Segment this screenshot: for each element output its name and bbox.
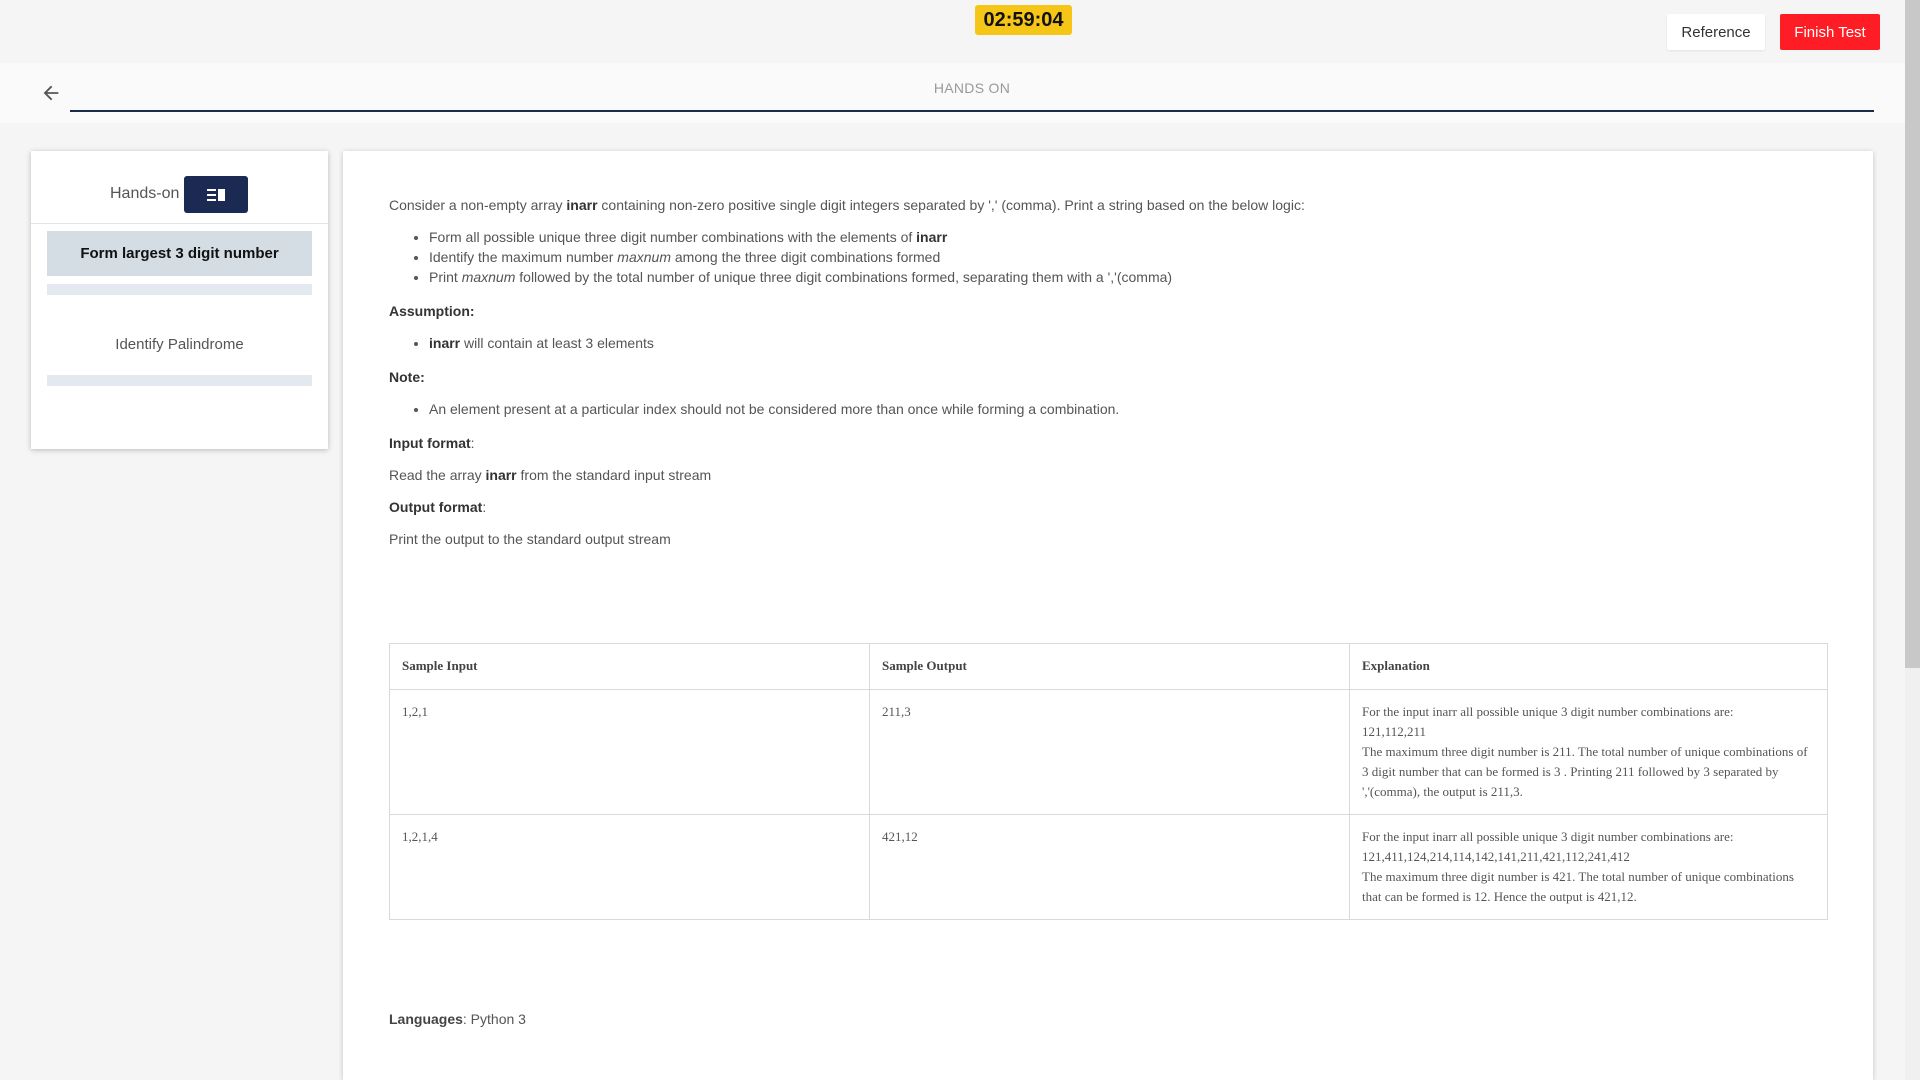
countdown-timer: 02:59:04: [975, 5, 1072, 35]
list-item: Form all possible unique three digit num…: [429, 227, 1829, 247]
sidebar-toggle-icon: [207, 188, 225, 201]
input-format-text: Read the array inarr from the standard i…: [389, 467, 712, 483]
sample-input-cell: 1,2,1: [389, 689, 870, 815]
intro-text: Consider a non-empty array inarr contain…: [389, 197, 1305, 213]
section-underline: [70, 110, 1874, 112]
list-item: Identify the maximum number maxnum among…: [429, 247, 1829, 267]
question-progress-bar: [47, 284, 312, 295]
problem-panel: Consider a non-empty array inarr contain…: [343, 151, 1873, 1080]
input-format-heading: Input format:: [389, 435, 475, 451]
column-header: Sample Input: [389, 643, 870, 690]
assumption-heading: Assumption:: [389, 303, 475, 319]
arrow-left-icon[interactable]: [40, 82, 62, 104]
table-row: 1,2,1,4 421,12 For the input inarr all p…: [389, 814, 1828, 920]
question-item-form-largest[interactable]: Form largest 3 digit number: [47, 231, 312, 276]
sample-table: Sample Input Sample Output Explanation 1…: [389, 643, 1828, 920]
list-item: inarr will contain at least 3 elements: [429, 333, 1829, 353]
panel-title: Hands-on: [110, 185, 180, 202]
assumption-list: inarr will contain at least 3 elements: [389, 333, 1829, 353]
reference-button[interactable]: Reference: [1667, 14, 1765, 50]
table-header-row: Sample Input Sample Output Explanation: [389, 643, 1828, 690]
logic-list: Form all possible unique three digit num…: [389, 227, 1829, 287]
scrollbar-thumb[interactable]: [1905, 0, 1920, 668]
languages-text: Languages: Python 3: [389, 1011, 526, 1027]
table-row: 1,2,1 211,3 For the input inarr all poss…: [389, 689, 1828, 815]
output-format-heading: Output format:: [389, 499, 487, 515]
section-title: HANDS ON: [933, 80, 1011, 96]
explanation-cell: For the input inarr all possible unique …: [1349, 814, 1828, 920]
column-header: Sample Output: [869, 643, 1350, 690]
list-item: Print maxnum followed by the total numbe…: [429, 267, 1829, 287]
problem-statement: Consider a non-empty array inarr contain…: [389, 195, 1829, 561]
sample-output-cell: 421,12: [869, 814, 1350, 920]
note-heading: Note:: [389, 369, 425, 385]
list-item: An element present at a particular index…: [429, 399, 1829, 419]
sample-input-cell: 1,2,1,4: [389, 814, 870, 920]
sidebar-toggle-button[interactable]: [184, 176, 248, 213]
question-list-panel: Hands-on Form largest 3 digit number Ide…: [31, 151, 328, 449]
column-header: Explanation: [1349, 643, 1828, 690]
output-format-text: Print the output to the standard output …: [389, 531, 671, 547]
top-bar: [0, 0, 1920, 63]
note-list: An element present at a particular index…: [389, 399, 1829, 419]
finish-test-button[interactable]: Finish Test: [1780, 14, 1880, 50]
question-progress-bar: [47, 375, 312, 386]
panel-header: Hands-on: [31, 151, 328, 224]
question-item-identify-palindrome[interactable]: Identify Palindrome: [47, 322, 312, 367]
sample-output-cell: 211,3: [869, 689, 1350, 815]
explanation-cell: For the input inarr all possible unique …: [1349, 689, 1828, 815]
